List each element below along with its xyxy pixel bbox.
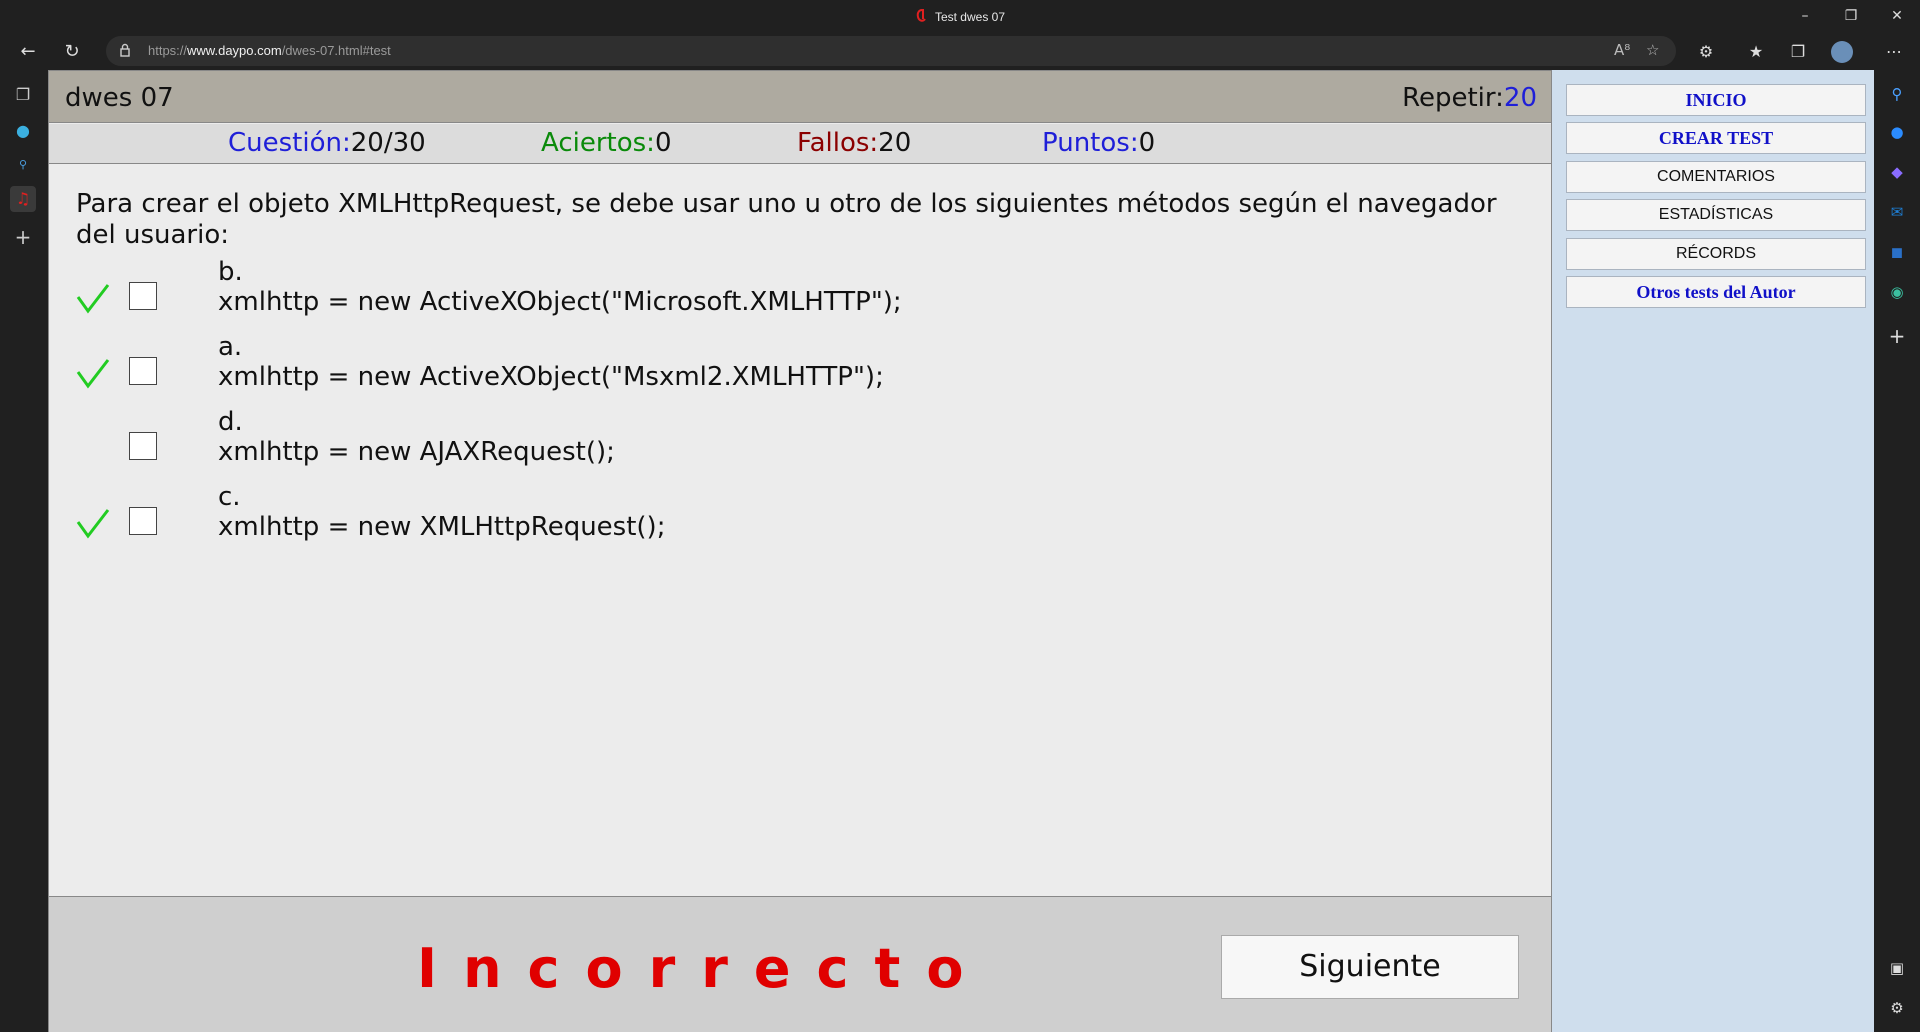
otros-tests-button[interactable]: Otros tests del Autor [1566, 275, 1866, 308]
option-text: xmlhttp = new XMLHttpRequest(); [218, 512, 666, 542]
url-prefix: https:// [148, 43, 188, 58]
vertical-tabs-strip: ❐ ● ⚲ ♫ + [0, 70, 48, 1032]
restore-button[interactable]: ❐ [1828, 0, 1874, 34]
url-path: /dwes-07.html#test [281, 43, 391, 58]
shopping-icon[interactable]: ◆ [1885, 160, 1909, 184]
refresh-button[interactable]: ↻ [58, 38, 86, 66]
correct-counter: Aciertos:0 [541, 128, 672, 158]
correct-label: Aciertos: [541, 128, 655, 158]
edge-sidebar: ⚲ ● ◆ ✉ ◼ ◉ + ▣ ⚙ [1874, 70, 1920, 1032]
checkmark-icon [76, 509, 110, 539]
profile-avatar[interactable] [1828, 38, 1856, 66]
answer-option[interactable]: d. xmlhttp = new AJAXRequest(); [76, 407, 1476, 483]
new-tab-icon[interactable]: + [10, 224, 36, 250]
wrong-counter: Fallos:20 [797, 128, 911, 158]
tab-search-icon[interactable]: ⚲ [10, 152, 36, 178]
sidebar-settings-icon[interactable]: ⚙ [1885, 996, 1909, 1020]
score-bar: Cuestión:20/30 Aciertos:0 Fallos:20 Punt… [49, 124, 1551, 164]
checkmark-icon [76, 359, 110, 389]
apps-icon[interactable]: ◉ [1885, 280, 1909, 304]
points-label: Puntos: [1042, 128, 1139, 158]
back-button[interactable]: ← [14, 38, 42, 66]
checkmark-icon [76, 284, 110, 314]
security-icon[interactable]: ◼ [1885, 240, 1909, 264]
test-name: dwes 07 [65, 83, 174, 113]
option-letter: b. [218, 257, 243, 287]
wrong-label: Fallos: [797, 128, 879, 158]
lock-icon [120, 43, 130, 57]
read-aloud-icon[interactable]: A⁸ [1614, 41, 1630, 59]
question-text: Para crear el objeto XMLHttpRequest, se … [76, 189, 1497, 250]
option-text: xmlhttp = new AJAXRequest(); [218, 437, 615, 467]
answer-option[interactable]: b. xmlhttp = new ActiveXObject("Microsof… [76, 257, 1476, 333]
option-text: xmlhttp = new ActiveXObject("Microsoft.X… [218, 287, 902, 317]
sidebar-layout-icon[interactable]: ▣ [1885, 956, 1909, 980]
next-button[interactable]: Siguiente [1221, 935, 1519, 999]
option-letter: a. [218, 332, 243, 362]
points-counter: Puntos:0 [1042, 128, 1155, 158]
question-value: 20/30 [350, 128, 426, 158]
test-header: dwes 07 Repetir:20 [49, 71, 1551, 123]
points-value: 0 [1138, 128, 1156, 158]
sidebar-search-icon[interactable]: ⚲ [1885, 82, 1909, 106]
option-text: xmlhttp = new ActiveXObject("Msxml2.XMLH… [218, 362, 884, 392]
tab-actions-icon[interactable]: ❐ [10, 82, 36, 108]
tab-daypo-icon[interactable]: ♫ [10, 186, 36, 212]
repeat-counter: Repetir:20 [1402, 83, 1537, 113]
add-sidebar-app-icon[interactable]: + [1885, 324, 1909, 348]
wrong-value: 20 [878, 128, 912, 158]
records-button[interactable]: RÉCORDS [1566, 237, 1866, 270]
answer-option[interactable]: a. xmlhttp = new ActiveXObject("Msxml2.X… [76, 332, 1476, 408]
favorites-icon[interactable]: ★ [1742, 38, 1770, 66]
collections-icon[interactable]: ❐ [1784, 38, 1812, 66]
close-window-button[interactable]: ✕ [1874, 0, 1920, 34]
extensions-icon[interactable]: ⚙ [1692, 38, 1720, 66]
daypo-favicon-icon [916, 9, 926, 22]
option-letter: c. [218, 482, 241, 512]
crear-test-button[interactable]: CREAR TEST [1566, 122, 1866, 155]
answer-checkbox[interactable] [129, 282, 157, 310]
test-panel: dwes 07 Repetir:20 Cuestión:20/30 Aciert… [48, 70, 1552, 1032]
address-bar[interactable]: https://www.daypo.com/dwes-07.html#test … [106, 36, 1676, 66]
more-menu-icon[interactable]: ⋯ [1880, 38, 1908, 66]
browser-toolbar: ← ↻ https://www.daypo.com/dwes-07.html#t… [0, 34, 1920, 70]
result-message: Incorrecto [417, 937, 990, 1000]
window-titlebar: Test dwes 07 – ❐ ✕ [0, 0, 1920, 34]
outlook-icon[interactable]: ✉ [1885, 200, 1909, 224]
question-label: Cuestión: [228, 128, 351, 158]
url-text: https://www.daypo.com/dwes-07.html#test [148, 43, 391, 58]
option-letter: d. [218, 407, 243, 437]
repeat-value[interactable]: 20 [1504, 83, 1537, 113]
side-menu: INICIO CREAR TEST COMENTARIOS ESTADÍSTIC… [1566, 84, 1866, 314]
answer-checkbox[interactable] [129, 357, 157, 385]
add-favorite-icon[interactable]: ☆ [1646, 41, 1659, 59]
estadisticas-button[interactable]: ESTADÍSTICAS [1566, 199, 1866, 232]
minimize-button[interactable]: – [1782, 0, 1828, 34]
window-title-text: Test dwes 07 [934, 10, 1006, 24]
result-footer: Incorrecto Siguiente [49, 896, 1551, 1032]
webpage: dwes 07 Repetir:20 Cuestión:20/30 Aciert… [48, 70, 1874, 1032]
window-title: Test dwes 07 [0, 9, 1920, 24]
correct-value: 0 [654, 128, 672, 158]
answer-option[interactable]: c. xmlhttp = new XMLHttpRequest(); [76, 482, 1476, 558]
comentarios-button[interactable]: COMENTARIOS [1566, 160, 1866, 193]
question-counter: Cuestión:20/30 [228, 128, 426, 158]
answer-checkbox[interactable] [129, 432, 157, 460]
answer-checkbox[interactable] [129, 507, 157, 535]
tab-edge-icon[interactable]: ● [10, 118, 36, 144]
repeat-label: Repetir: [1402, 83, 1504, 113]
bing-chat-icon[interactable]: ● [1885, 120, 1909, 144]
inicio-button[interactable]: INICIO [1566, 84, 1866, 116]
url-domain: www.daypo.com [187, 43, 282, 58]
